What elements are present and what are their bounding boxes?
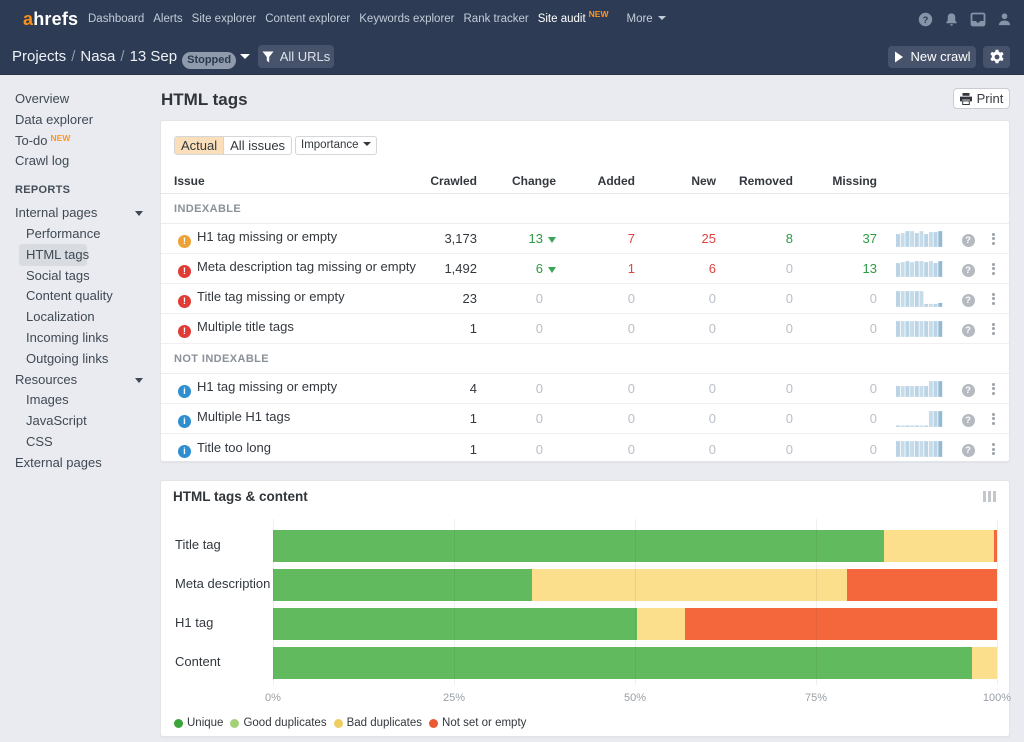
svg-text:?: ? bbox=[923, 15, 929, 26]
